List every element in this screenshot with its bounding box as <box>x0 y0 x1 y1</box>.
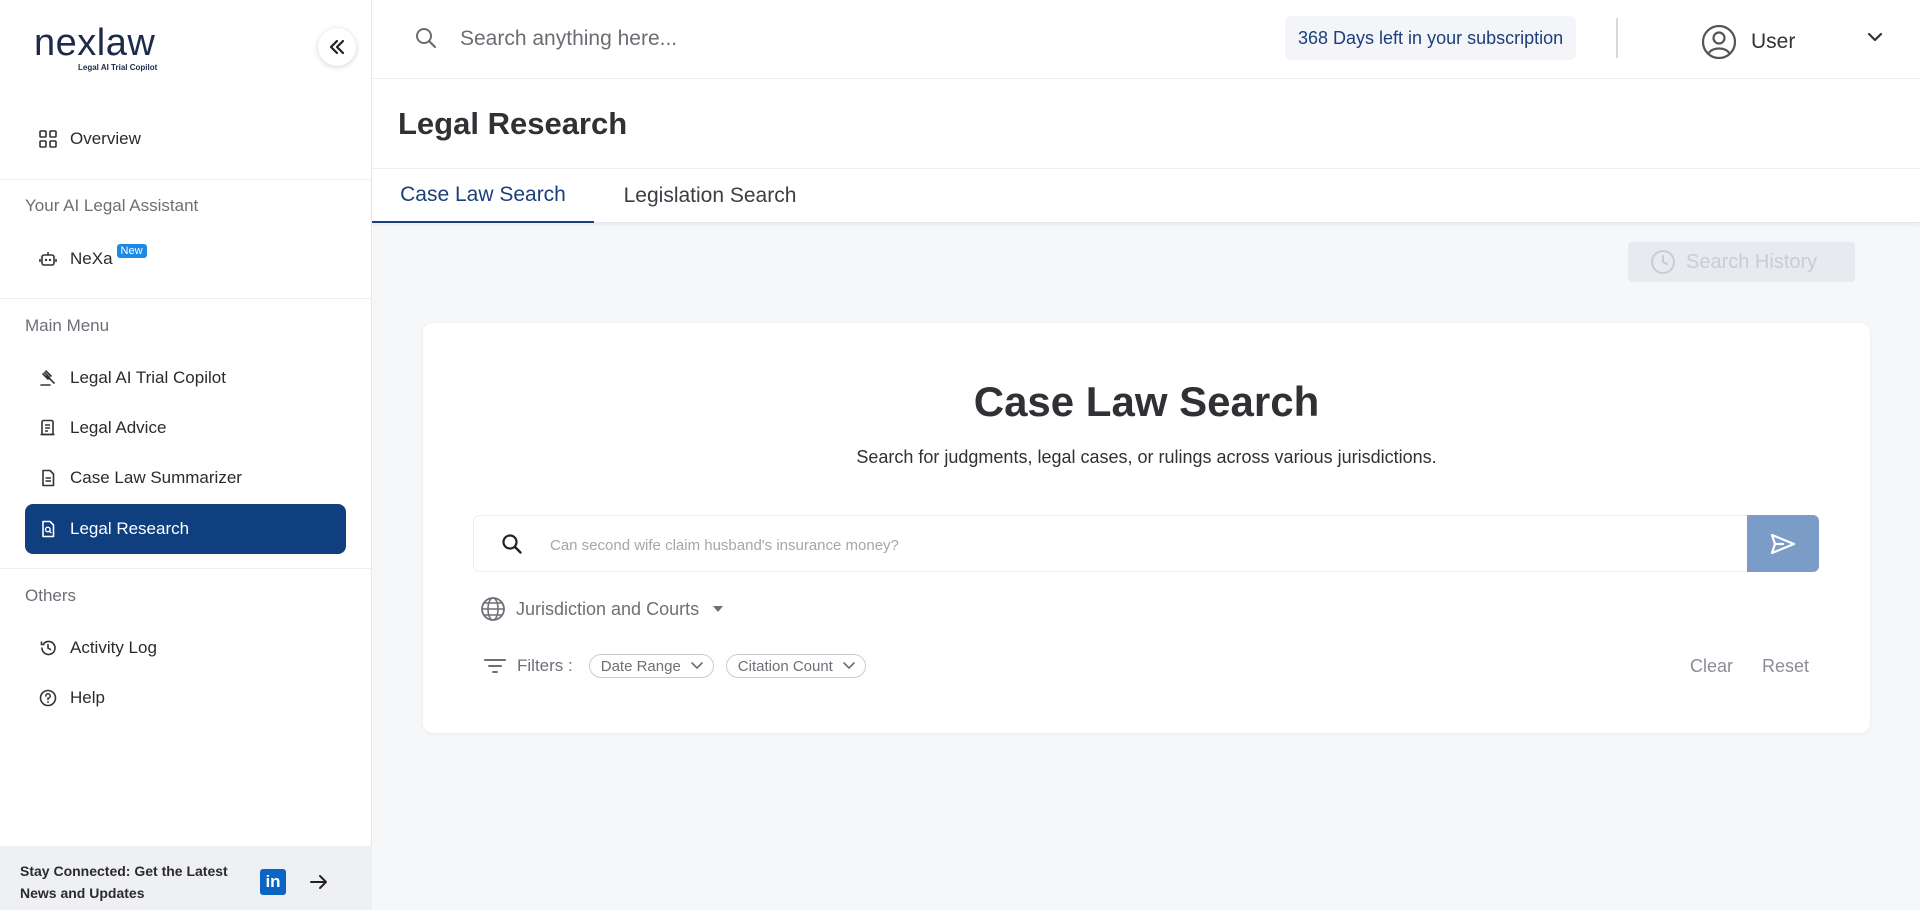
sidebar-item-label: NeXa <box>70 249 113 268</box>
case-search-input[interactable] <box>550 530 1730 560</box>
caret-down-icon <box>711 604 725 614</box>
new-badge: New <box>116 244 147 258</box>
sidebar-item-label: Legal Research <box>70 519 190 538</box>
search-icon <box>414 26 438 55</box>
stay-connected-card: Stay Connected: Get the Latest News and … <box>0 846 372 910</box>
filter-icon <box>483 656 507 676</box>
citation-count-filter[interactable]: Citation Count <box>725 654 866 678</box>
sidebar-item-label: Legal Advice <box>70 418 167 437</box>
tab-legislation-search[interactable]: Legislation Search <box>594 169 826 223</box>
stay-connected-text: Stay Connected: Get the Latest News and … <box>20 863 228 901</box>
nexlaw-logo[interactable]: nexlaw Legal AI Trial Copilot <box>34 22 174 76</box>
collapse-sidebar-button[interactable] <box>318 28 356 66</box>
sidebar-item-overview[interactable]: Overview <box>25 114 346 164</box>
search-icon <box>500 532 524 561</box>
globe-icon <box>480 596 506 622</box>
chip-label: Citation Count <box>737 657 833 675</box>
top-bar: 368 Days left in your subscription User <box>372 0 1920 79</box>
sidebar-item-case-law-summarizer[interactable]: Case Law Summarizer <box>25 453 346 503</box>
card-subtitle: Search for judgments, legal cases, or ru… <box>856 447 1437 467</box>
section-label-assistant: Your AI Legal Assistant <box>25 196 199 215</box>
sidebar-item-help[interactable]: Help <box>25 673 346 723</box>
sidebar: nexlaw Legal AI Trial Copilot Overview Y… <box>0 0 372 910</box>
document-search-icon <box>38 519 58 539</box>
send-button[interactable] <box>1747 515 1819 572</box>
sidebar-item-label: Case Law Summarizer <box>70 468 242 487</box>
user-menu[interactable]: User <box>1701 24 1795 60</box>
sidebar-item-activity-log[interactable]: Activity Log <box>25 623 346 673</box>
arrow-right-icon[interactable] <box>306 869 332 895</box>
divider <box>0 179 372 180</box>
divider <box>1616 18 1618 58</box>
chip-label: Date Range <box>600 657 681 675</box>
user-name: User <box>1751 30 1796 53</box>
sidebar-item-label: Overview <box>70 129 141 148</box>
global-search-input[interactable] <box>460 22 1060 56</box>
search-history-button[interactable]: Search History <box>1628 242 1855 282</box>
clear-button[interactable]: Clear <box>1690 656 1733 677</box>
case-search-box <box>473 515 1819 572</box>
filters-label: Filters : <box>517 656 573 675</box>
sidebar-item-trial-copilot[interactable]: Legal AI Trial Copilot <box>25 353 346 403</box>
chevron-down-icon[interactable] <box>1866 28 1884 51</box>
chevron-down-icon <box>843 662 855 670</box>
page-title: Legal Research <box>398 106 628 141</box>
double-chevron-left-icon <box>329 39 345 55</box>
sidebar-item-label: Legal AI Trial Copilot <box>70 368 226 387</box>
sidebar-item-nexa[interactable]: NeXa New <box>25 234 346 284</box>
case-law-search-card: Case Law Search Search for judgments, le… <box>423 323 1870 733</box>
document-icon <box>38 468 58 488</box>
clock-icon <box>1650 249 1676 275</box>
tab-bar: Case Law Search Legislation Search <box>372 169 1920 223</box>
filters-row: Filters : Date Range Citation Count <box>483 654 866 678</box>
logo-tagline: Legal AI Trial Copilot <box>78 63 158 72</box>
date-range-filter[interactable]: Date Range <box>588 654 714 678</box>
chevron-down-icon <box>690 662 703 670</box>
divider <box>0 298 372 299</box>
help-icon <box>38 688 58 708</box>
grid-icon <box>38 129 58 149</box>
page-header: Legal Research <box>372 79 1920 169</box>
divider <box>0 568 372 569</box>
sidebar-item-label: Help <box>70 688 105 707</box>
section-label-main: Main Menu <box>25 316 110 335</box>
jurisdiction-dropdown[interactable]: Jurisdiction and Courts <box>480 596 725 622</box>
search-history-label: Search History <box>1686 250 1818 273</box>
robot-icon <box>38 249 58 269</box>
card-title: Case Law Search <box>973 378 1320 425</box>
linkedin-icon[interactable]: in <box>260 869 286 895</box>
gavel-icon <box>38 368 58 388</box>
send-icon <box>1770 533 1796 554</box>
sidebar-item-label: Activity Log <box>70 638 157 657</box>
section-label-others: Others <box>25 586 77 605</box>
logo-wordmark: nexlaw <box>34 22 156 64</box>
user-avatar-icon <box>1701 24 1737 60</box>
scroll-icon <box>38 418 58 438</box>
tab-case-law-search[interactable]: Case Law Search <box>372 169 594 223</box>
subscription-status: 368 Days left in your subscription <box>1285 16 1577 60</box>
sidebar-item-legal-research[interactable]: Legal Research <box>25 504 346 554</box>
reset-button[interactable]: Reset <box>1762 656 1809 677</box>
history-icon <box>38 638 58 658</box>
sidebar-item-legal-advice[interactable]: Legal Advice <box>25 403 346 453</box>
jurisdiction-label: Jurisdiction and Courts <box>516 598 700 619</box>
